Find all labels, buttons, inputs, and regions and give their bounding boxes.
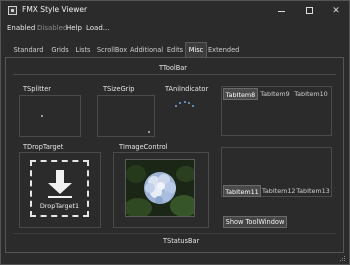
menu-enabled[interactable]: Enabled <box>7 24 35 32</box>
tab-lists[interactable]: Lists <box>72 43 94 57</box>
ani-indicator-dot <box>175 105 177 107</box>
minimize-button[interactable] <box>269 1 295 21</box>
menu-help[interactable]: Help <box>66 24 82 32</box>
download-arrow-head <box>48 183 72 194</box>
droptarget-label: TDropTarget <box>23 143 64 151</box>
download-arrow-base <box>48 196 72 198</box>
resize-grip-icon[interactable] <box>338 254 346 262</box>
splitter-handle[interactable] <box>41 115 43 117</box>
splitter-panel <box>19 95 81 137</box>
close-button[interactable]: ✕ <box>323 1 349 21</box>
maximize-button[interactable] <box>297 1 323 21</box>
app-icon <box>8 6 17 15</box>
size-grip-handle[interactable] <box>148 131 150 133</box>
toolbar <box>13 74 336 75</box>
grip-dot <box>344 258 345 259</box>
tabcontrol-bottom-tab-11[interactable]: TabItem11 <box>223 185 261 197</box>
aniindicator-label: TAniIndicator <box>165 85 209 93</box>
tab-misc[interactable]: Misc <box>185 42 207 57</box>
drop-target[interactable]: DropTarget1 <box>30 160 89 217</box>
statusbar-label: TStatusBar <box>163 237 200 245</box>
sizegrip-label: TSizeGrip <box>103 85 135 93</box>
toolbar-label: TToolBar <box>159 64 187 72</box>
download-arrow-icon <box>56 170 64 184</box>
tabcontrol-top-tab-9[interactable]: TabItem9 <box>259 88 291 100</box>
title-bar: FMX Style Viewer ✕ <box>1 1 349 21</box>
imagecontrol-label: TImageControl <box>119 143 168 151</box>
grip-dot <box>344 256 345 257</box>
tab-grids[interactable]: Grids <box>47 43 73 57</box>
image-control[interactable] <box>125 159 195 217</box>
ani-indicator-dot <box>179 102 181 104</box>
app-window: FMX Style Viewer ✕ Enabled Disabled Help… <box>0 0 350 265</box>
grip-dot <box>342 260 343 261</box>
tabcontrol-bottom: TabItem11 TabItem12 TabItem13 <box>221 147 332 197</box>
tabcontrol-bottom-tab-12[interactable]: TabItem12 <box>262 185 296 197</box>
splitter-label: TSplitter <box>23 85 52 93</box>
ani-indicator-dot <box>184 101 186 103</box>
tab-additional[interactable]: Additional <box>130 43 163 57</box>
menu-disabled[interactable]: Disabled <box>37 24 67 32</box>
minimize-icon <box>278 11 285 12</box>
sizegrip-panel <box>97 95 155 137</box>
statusbar-divider <box>13 233 336 234</box>
ani-indicator-dot <box>192 105 194 107</box>
tabcontrol-bottom-tab-13[interactable]: TabItem13 <box>295 185 331 197</box>
tab-scrollbox[interactable]: ScrollBox <box>94 43 130 57</box>
tab-extended[interactable]: Extended <box>208 43 239 57</box>
close-icon: ✕ <box>332 6 340 16</box>
tabcontrol-top-tab-10[interactable]: TabItem10 <box>292 88 330 100</box>
maximize-icon <box>306 7 313 14</box>
grip-dot <box>342 258 343 259</box>
hydrangea-photo <box>126 160 194 216</box>
show-toolwindow-button[interactable]: Show ToolWindow <box>223 216 287 228</box>
ani-indicator-dot <box>188 102 190 104</box>
tabcontrol-top-tab-8[interactable]: TabItem8 <box>223 88 258 100</box>
grip-dot <box>340 260 341 261</box>
tab-standard[interactable]: Standard <box>10 43 47 57</box>
tab-edits[interactable]: Edits <box>164 43 186 57</box>
grip-dot <box>344 260 345 261</box>
menu-bar: Enabled Disabled Help Load... <box>1 22 349 36</box>
tabcontrol-top: TabItem8 TabItem9 TabItem10 <box>221 86 332 136</box>
drop-target-caption: DropTarget1 <box>39 202 80 210</box>
aniindicator-panel <box>159 95 215 137</box>
window-title: FMX Style Viewer <box>22 5 88 14</box>
menu-load[interactable]: Load... <box>86 24 109 32</box>
